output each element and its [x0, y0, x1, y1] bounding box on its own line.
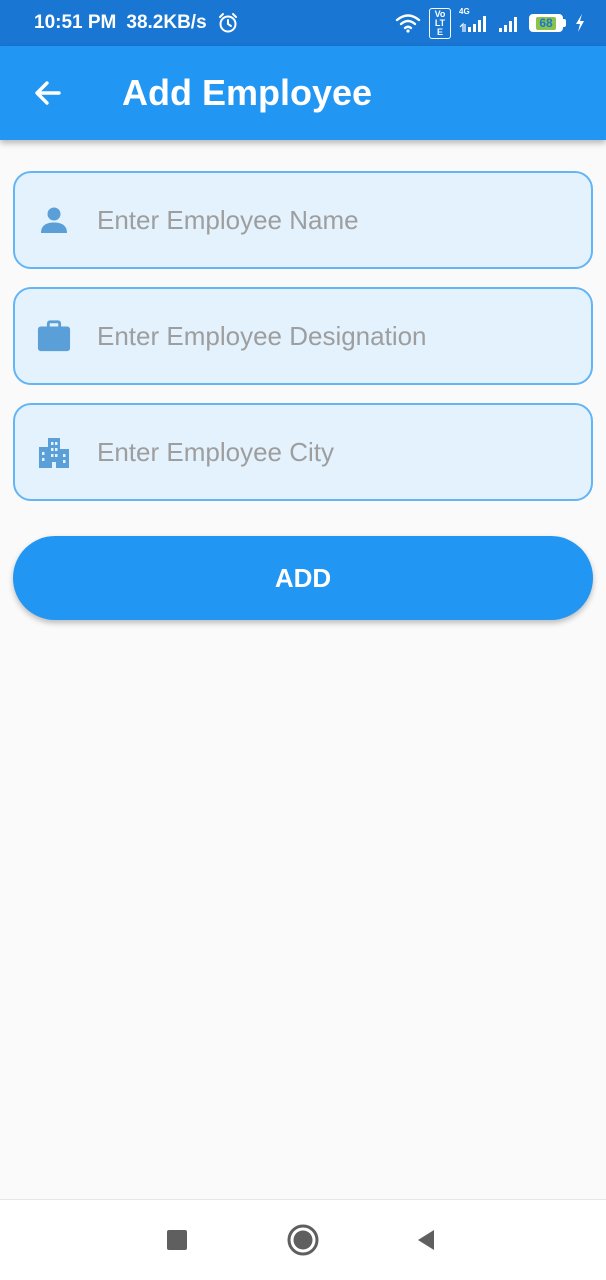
employee-city-input[interactable]	[95, 435, 569, 469]
home-icon	[287, 1224, 319, 1256]
wifi-icon	[395, 13, 421, 33]
signal-4g-icon: 4G	[459, 7, 489, 33]
alarm-icon	[217, 12, 239, 34]
add-button[interactable]: ADD	[13, 536, 593, 620]
network-type-label: 4G	[459, 7, 470, 16]
status-net-speed: 38.2KB/s	[126, 12, 207, 33]
employee-designation-input[interactable]	[95, 319, 569, 353]
employee-city-field[interactable]	[13, 403, 593, 501]
employee-name-input[interactable]	[95, 203, 569, 237]
battery-cap	[563, 19, 566, 27]
battery-level: 68	[536, 16, 556, 30]
status-left: 10:51 PM 38.2KB/s	[34, 12, 239, 34]
back-icon	[418, 1230, 434, 1250]
city-icon	[37, 435, 71, 469]
briefcase-icon	[37, 319, 71, 353]
status-bar: 10:51 PM 38.2KB/s Vo LTE 4G 68	[0, 0, 606, 46]
signal-icon	[497, 13, 521, 33]
status-time: 10:51 PM	[34, 12, 117, 33]
screen: 10:51 PM 38.2KB/s Vo LTE 4G 68 Add Emplo…	[0, 0, 606, 1280]
person-icon	[37, 203, 71, 237]
battery-icon: 68	[529, 14, 566, 32]
charging-icon	[574, 13, 586, 33]
system-nav-bar	[0, 1199, 606, 1280]
recents-button[interactable]	[155, 1218, 199, 1262]
arrow-left-icon	[35, 81, 61, 105]
page-title: Add Employee	[122, 72, 373, 113]
recents-icon	[167, 1230, 187, 1250]
nav-back-button[interactable]	[404, 1218, 448, 1262]
employee-designation-field[interactable]	[13, 287, 593, 385]
app-bar: Add Employee	[0, 46, 606, 140]
back-button[interactable]	[24, 69, 72, 117]
volte-badge: Vo LTE	[429, 7, 451, 39]
status-right: Vo LTE 4G 68	[395, 7, 586, 39]
battery-body: 68	[529, 14, 563, 32]
home-button[interactable]	[281, 1218, 325, 1262]
employee-name-field[interactable]	[13, 171, 593, 269]
